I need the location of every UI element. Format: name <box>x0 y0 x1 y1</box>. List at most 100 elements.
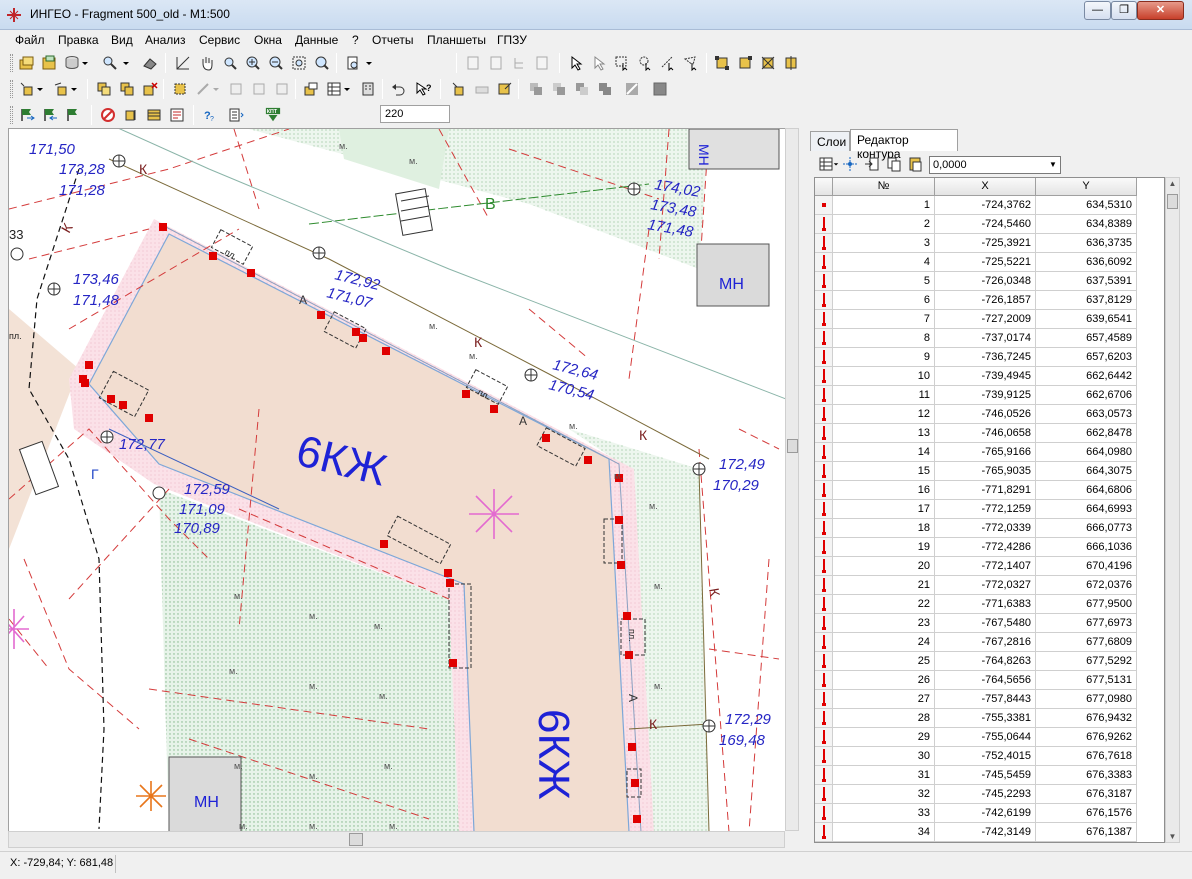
table-row[interactable]: 15 -765,9035 664,3075 <box>815 462 1164 481</box>
table-row[interactable]: 23 -767,5480 677,6973 <box>815 614 1164 633</box>
table-row[interactable]: 33 -742,6199 676,1576 <box>815 804 1164 823</box>
vertex-number[interactable]: 10 <box>833 367 935 386</box>
vertex-x[interactable]: -737,0174 <box>935 329 1036 348</box>
vertex-number[interactable]: 32 <box>833 785 935 804</box>
table-vertical-scrollbar[interactable]: ▲ ▼ <box>1165 177 1180 843</box>
vertex-marker-icon[interactable] <box>815 633 833 652</box>
select-rect-icon[interactable] <box>612 53 632 73</box>
vertex-number[interactable]: 33 <box>833 804 935 823</box>
vertex-marker-icon[interactable] <box>815 538 833 557</box>
split-contour-icon[interactable] <box>781 53 801 73</box>
vertex-number[interactable]: 23 <box>833 614 935 633</box>
vertex-x[interactable]: -767,2816 <box>935 633 1036 652</box>
menu-view[interactable]: Вид <box>111 33 133 47</box>
vertex-x[interactable]: -755,3381 <box>935 709 1036 728</box>
flag-clear-icon[interactable] <box>63 105 83 125</box>
tab-contour-editor[interactable]: Редактор контура <box>850 129 958 161</box>
vertex-marker-icon[interactable] <box>815 804 833 823</box>
vertex-y[interactable]: 657,4589 <box>1036 329 1137 348</box>
toolbar-grip[interactable] <box>10 80 13 98</box>
thematic-icon[interactable] <box>144 105 164 125</box>
table-row[interactable]: 20 -772,1407 670,4196 <box>815 557 1164 576</box>
vertex-marker-icon[interactable] <box>815 329 833 348</box>
coordinates-table[interactable]: № X Y 1 -724,3762 634,5310 2 -724,5460 634,83… <box>814 177 1165 843</box>
scale-dropdown-icon[interactable] <box>364 53 374 73</box>
vertex-number[interactable]: 34 <box>833 823 935 842</box>
vertex-number[interactable]: 4 <box>833 253 935 272</box>
move-vertices-icon[interactable] <box>735 53 755 73</box>
table-row[interactable]: 5 -726,0348 637,5391 <box>815 272 1164 291</box>
vertex-marker-icon[interactable] <box>815 728 833 747</box>
column-header-x[interactable]: X <box>935 178 1036 196</box>
table-row[interactable]: 6 -726,1857 637,8129 <box>815 291 1164 310</box>
vertex-x[interactable]: -772,0327 <box>935 576 1036 595</box>
vertex-x[interactable]: -772,1407 <box>935 557 1036 576</box>
vertex-number[interactable]: 25 <box>833 652 935 671</box>
context-help-icon[interactable]: ? <box>413 79 433 99</box>
scroll-up-icon[interactable]: ▲ <box>1166 179 1179 188</box>
select-point-icon[interactable] <box>589 53 609 73</box>
vertex-y[interactable]: 676,1576 <box>1036 804 1137 823</box>
vertex-x[interactable]: -755,0644 <box>935 728 1036 747</box>
undo-icon[interactable] <box>388 79 408 99</box>
vertex-y[interactable]: 677,6973 <box>1036 614 1137 633</box>
zoom-out-icon[interactable] <box>266 53 286 73</box>
menu-gpzu[interactable]: ГПЗУ <box>497 33 527 47</box>
paste-coordinates-icon[interactable] <box>905 154 925 174</box>
table-row[interactable]: 11 -739,9125 662,6706 <box>815 386 1164 405</box>
building-icon[interactable] <box>358 79 378 99</box>
table-row[interactable]: 17 -772,1259 664,6993 <box>815 500 1164 519</box>
minimize-button[interactable]: — <box>1084 1 1111 20</box>
vertex-x[interactable]: -772,0339 <box>935 519 1036 538</box>
vertex-x[interactable]: -724,3762 <box>935 196 1036 215</box>
vertex-y[interactable]: 636,3735 <box>1036 234 1137 253</box>
layer-objects-icon[interactable] <box>301 79 321 99</box>
table-row[interactable]: 27 -757,8443 677,0980 <box>815 690 1164 709</box>
vertex-marker-icon[interactable] <box>815 348 833 367</box>
scroll-down-icon[interactable]: ▼ <box>1166 832 1179 841</box>
zoom-previous-icon[interactable] <box>312 53 332 73</box>
vertex-y[interactable]: 666,1036 <box>1036 538 1137 557</box>
table-row[interactable]: 7 -727,2009 639,6541 <box>815 310 1164 329</box>
vertex-x[interactable]: -752,4015 <box>935 747 1036 766</box>
map-horizontal-scroll-thumb[interactable] <box>349 833 363 846</box>
table-row[interactable]: 9 -736,7245 657,6203 <box>815 348 1164 367</box>
new-point-icon[interactable] <box>17 79 37 99</box>
vertex-x[interactable]: -724,5460 <box>935 215 1036 234</box>
select-arrow-icon[interactable] <box>566 53 586 73</box>
close-button[interactable]: ✕ <box>1137 1 1184 20</box>
table-icon[interactable] <box>324 79 344 99</box>
column-header-number[interactable]: № <box>833 178 935 196</box>
menu-windows[interactable]: Окна <box>254 33 282 47</box>
select-lasso-icon[interactable] <box>635 53 655 73</box>
layers-stack-icon[interactable] <box>121 105 141 125</box>
vertex-x[interactable]: -746,0526 <box>935 405 1036 424</box>
vertex-marker-icon[interactable] <box>815 766 833 785</box>
vertex-x[interactable]: -764,8263 <box>935 652 1036 671</box>
vertex-marker-icon[interactable] <box>815 747 833 766</box>
snap-mode-icon[interactable] <box>449 79 469 99</box>
vertex-marker-icon[interactable] <box>815 576 833 595</box>
vertex-marker-icon[interactable] <box>815 367 833 386</box>
scale-icon[interactable] <box>343 53 363 73</box>
map-canvas[interactable]: м. м. м. м. м. м. м. м. м. м. м. м. м. м. м. м. м. м… <box>8 128 785 831</box>
vertex-number[interactable]: 6 <box>833 291 935 310</box>
vertex-x[interactable]: -765,9166 <box>935 443 1036 462</box>
vertex-marker-icon[interactable] <box>815 671 833 690</box>
toolbar-grip[interactable] <box>10 106 13 124</box>
vertex-y[interactable]: 676,3187 <box>1036 785 1137 804</box>
vertex-marker-icon[interactable] <box>815 709 833 728</box>
vertex-marker-icon[interactable] <box>815 557 833 576</box>
vertex-y[interactable]: 677,9500 <box>1036 595 1137 614</box>
search-dropdown-icon[interactable] <box>121 53 131 73</box>
vertex-number[interactable]: 17 <box>833 500 935 519</box>
vertex-y[interactable]: 634,8389 <box>1036 215 1137 234</box>
table-scroll-thumb[interactable] <box>1167 194 1178 209</box>
table-row[interactable]: 32 -745,2293 676,3187 <box>815 785 1164 804</box>
move-vertex-icon[interactable] <box>840 154 860 174</box>
vertex-number[interactable]: 11 <box>833 386 935 405</box>
vertex-marker-icon[interactable] <box>815 500 833 519</box>
offset-combobox[interactable]: 0,0000 ▼ <box>929 156 1061 174</box>
vertex-x[interactable]: -725,5221 <box>935 253 1036 272</box>
vertex-y[interactable]: 676,7618 <box>1036 747 1137 766</box>
